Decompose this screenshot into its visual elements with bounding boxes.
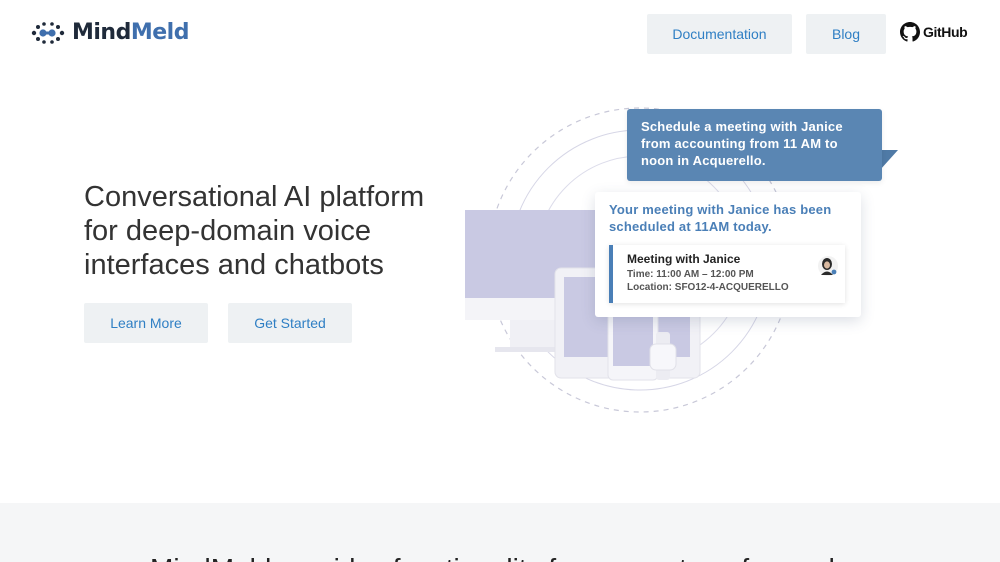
bot-message: Your meeting with Janice has been schedu… [609,202,832,234]
mindmeld-dots-icon [31,22,65,44]
user-bubble-tail [880,150,898,170]
nav-blog-button[interactable]: Blog [806,14,886,54]
features-band: MindMeld provides functionality for ever… [0,503,1000,562]
hero-headline: Conversational AI platform for deep-doma… [84,181,425,281]
nav-github-link[interactable]: GitHub [900,22,968,42]
mindmeld-logo[interactable]: MindMeld [30,18,189,48]
logo-meld: Meld [130,20,190,45]
user-message-bubble: Schedule a meeting with Janice from acco… [627,109,882,181]
logo-mind: Mind [72,20,131,45]
avatar-icon [818,256,838,276]
bot-reply-bubble: Your meeting with Janice has been schedu… [595,192,861,317]
meeting-location: Location: SFO12-4-ACQUERELLO [627,282,789,293]
features-heading: MindMeld provides functionality for ever… [150,553,875,562]
github-octocat-icon [900,22,920,42]
meeting-card: Meeting with Janice Time: 11:00 AM – 12:… [609,245,845,303]
meeting-time: Time: 11:00 AM – 12:00 PM [627,269,754,280]
site-header: MindMeld Documentation Blog GitHub [0,0,1000,68]
github-label: GitHub [923,24,968,40]
learn-more-button[interactable]: Learn More [84,303,208,343]
logo-wordmark: MindMeld [72,18,189,48]
get-started-button[interactable]: Get Started [228,303,352,343]
meeting-title: Meeting with Janice [627,252,741,266]
nav-documentation-button[interactable]: Documentation [647,14,792,54]
watch-face [649,343,677,371]
